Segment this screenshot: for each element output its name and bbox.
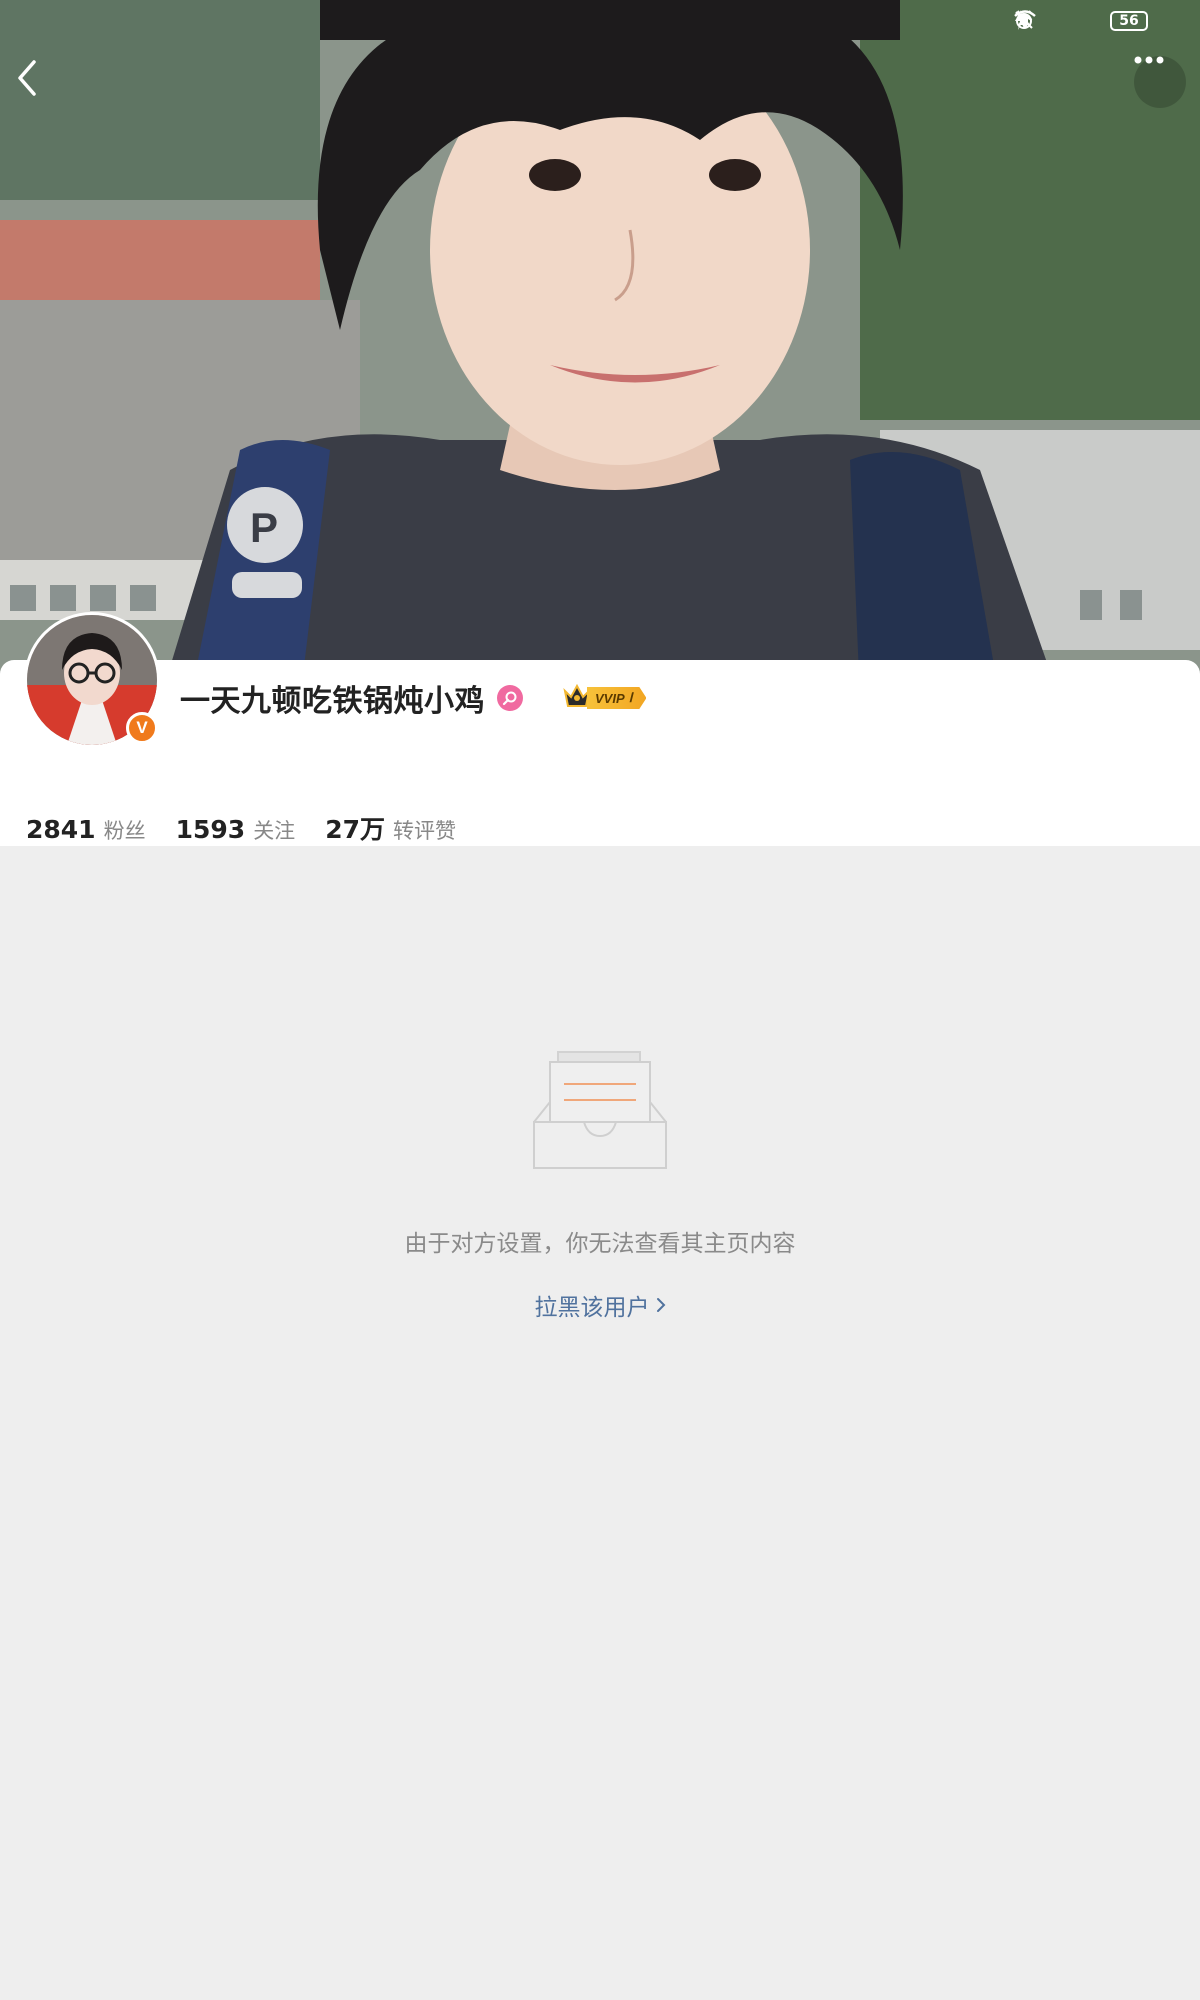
name-row: 一天九顿吃铁锅炖小鸡 VVIP Ⅰ (180, 678, 647, 719)
stats-row: 2841 粉丝 1593 关注 27万 转评赞 (26, 810, 486, 846)
stat-label: 转评赞 (392, 819, 456, 843)
stat-value: 27万 (325, 815, 385, 844)
empty-inbox-icon (532, 1050, 668, 1172)
stat-label: 粉丝 (103, 819, 146, 843)
search-badge-icon[interactable] (497, 685, 523, 711)
empty-state: 由于对方设置，你无法查看其主页内容 拉黑该用户 (0, 1050, 1200, 1322)
svg-text:P: P (250, 504, 278, 551)
mute-bell-icon (1015, 10, 1068, 32)
profile-page: P 56 V 一天九顿吃铁锅炖小鸡 VVIP Ⅰ 2841 粉丝 1593 关注… (0, 0, 1200, 2000)
back-button[interactable] (14, 58, 58, 102)
stat-label: 关注 (253, 819, 296, 843)
block-user-link[interactable]: 拉黑该用户 (535, 1288, 666, 1322)
vip-text: VVIP (595, 690, 625, 706)
wifi-icon (1014, 10, 1100, 32)
stat-value: 2841 (26, 815, 96, 844)
battery-indicator: 56 (1110, 11, 1148, 31)
stat-value: 1593 (175, 815, 246, 844)
vip-badge[interactable]: VVIP Ⅰ (563, 683, 647, 713)
crown-icon (563, 683, 591, 713)
stat-following[interactable]: 1593 关注 (176, 815, 296, 845)
more-button[interactable] (1134, 56, 1186, 108)
avatar[interactable]: V (24, 612, 160, 748)
empty-message: 由于对方设置，你无法查看其主页内容 (404, 1231, 796, 1257)
cover-photo: P 56 (0, 0, 1200, 700)
block-user-label: 拉黑该用户 (534, 1295, 650, 1321)
username: 一天九顿吃铁锅炖小鸡 (180, 684, 485, 719)
vip-level: Ⅰ (628, 690, 633, 705)
verified-badge-icon: V (126, 712, 158, 744)
chevron-right-icon (656, 1296, 666, 1314)
charging-icon (1015, 10, 1180, 32)
status-bar: 56 (1014, 10, 1180, 32)
stat-followers[interactable]: 2841 粉丝 (26, 815, 146, 845)
vip-label: VVIP Ⅰ (587, 687, 647, 709)
stat-interactions[interactable]: 27万 转评赞 (325, 810, 456, 846)
